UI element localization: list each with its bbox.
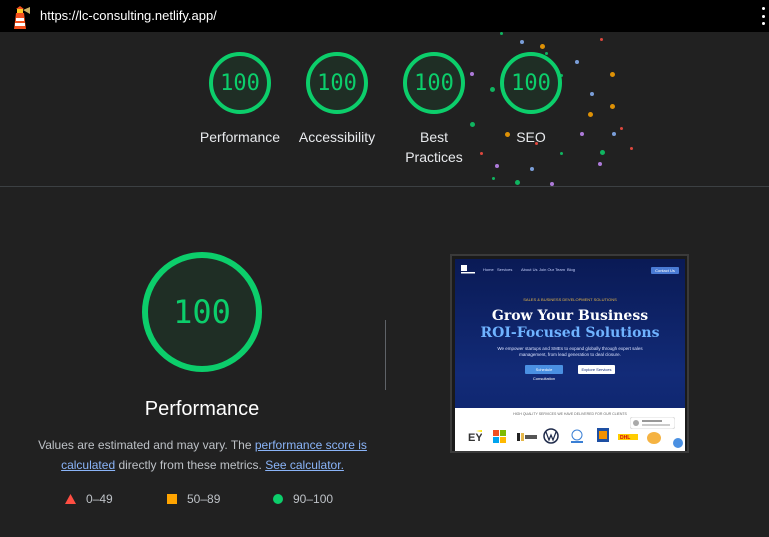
confetti-dot [550,182,554,186]
ey-logo-icon: EY [468,430,482,442]
circle-icon [273,494,283,504]
site-subheadline: ROI-Focused Solutions [480,325,660,341]
confetti-dot [530,167,534,171]
website-preview: Home Services About Us Join Our Team Blo… [455,259,685,451]
performance-title: Performance [144,398,260,420]
site-paragraph: We empower startups and SMEs to expand g… [497,346,643,357]
lighthouse-icon [14,6,30,29]
calculator-link[interactable]: See calculator. [265,458,344,472]
description-text: directly from these metrics. [118,458,262,472]
triangle-icon [65,494,76,504]
site-headline: Grow Your Business [491,308,649,324]
legend-range: 90–100 [293,492,334,506]
microsoft-logo-icon [493,430,506,443]
site-nav-item: Blog [567,267,576,272]
confetti-dot [560,152,563,155]
partner-logo-icon [517,433,537,441]
site-nav: Home Services About Us Join Our Team Blo… [455,259,685,277]
divider [385,320,386,390]
gauge-score: 100 [403,52,465,114]
partner-logo-icon [647,432,661,444]
gauge-label: Performance [199,129,281,145]
gauge-best-practices[interactable]: 100 Best Practices [384,52,484,167]
confetti-dot [520,40,524,44]
site-nav-item: About Us [521,267,538,272]
page-url: https://lc-consulting.netlify.app/ [40,8,217,23]
who-logo-icon [571,429,583,443]
site-secondary-button: Explore Services [578,365,615,374]
gauge-score: 100 [500,52,562,114]
gauge-label: SEO [516,129,546,145]
confetti-dot [630,147,633,150]
confetti-dot [600,38,603,41]
confetti-dot [515,180,520,185]
legend-range: 50–89 [187,492,221,506]
site-contact-button: Contact Us [651,267,679,274]
svg-text:DHL: DHL [620,435,630,440]
confetti-dot [495,164,499,168]
site-client-logos: HIGH QUALITY SERVICES WE HAVE DELIVERED … [455,408,685,451]
confetti-dot [590,92,594,96]
confetti-dot [600,150,605,155]
description-text: Values are estimated and may vary. The [38,438,252,452]
confetti-dot [540,44,545,49]
site-tagline: SALES & BUSINESS DEVELOPMENT SOLUTIONS [523,297,617,302]
gauge-score: 100 [306,52,368,114]
confetti-dot [492,177,495,180]
aldi-logo-icon [597,428,609,442]
gauge-score: 100 [209,52,271,114]
confetti-dot [610,72,615,77]
site-nav-item: Join Our Team [539,267,565,272]
legend-fail: 0–49 [65,492,113,506]
chat-popup-icon [630,417,675,429]
volkswagen-logo-icon [543,428,559,444]
legend-average: 50–89 [167,492,220,506]
gauge-label: Best Practices [405,129,463,165]
confetti-dot [598,162,602,166]
confetti-dot [610,104,615,109]
site-nav-item: Services [497,267,513,272]
confetti-dot [588,112,593,117]
svg-text:EY: EY [468,432,482,442]
square-icon [167,494,177,504]
score-header: 100 Performance 100 Accessibility 100 Be… [0,32,769,187]
gauge-performance[interactable]: 100 Performance [190,52,290,147]
site-cta-button: Schedule Consultation [525,365,563,381]
gauge-seo[interactable]: 100 SEO [481,52,581,147]
legend-pass: 90–100 [273,492,333,506]
top-bar: https://lc-consulting.netlify.app/ [0,0,769,32]
confetti-dot [620,127,623,130]
site-logos-caption: HIGH QUALITY SERVICES WE HAVE DELIVERED … [513,412,627,416]
site-logo-icon [461,265,475,274]
dhl-logo-icon: DHL [618,434,638,440]
performance-description: Values are estimated and may vary. The p… [35,435,370,475]
site-nav-item: Home [483,267,494,272]
gauge-label: Accessibility [298,129,376,145]
kebab-menu-icon[interactable] [760,7,766,25]
performance-score-gauge: 100 [142,252,262,372]
final-screenshot[interactable]: Home Services About Us Join Our Team Blo… [450,254,689,453]
confetti-dot [612,132,616,136]
gauge-accessibility[interactable]: 100 Accessibility [287,52,387,147]
confetti-dot [500,32,503,35]
chat-bubble-icon [673,438,683,448]
legend-range: 0–49 [86,492,113,506]
